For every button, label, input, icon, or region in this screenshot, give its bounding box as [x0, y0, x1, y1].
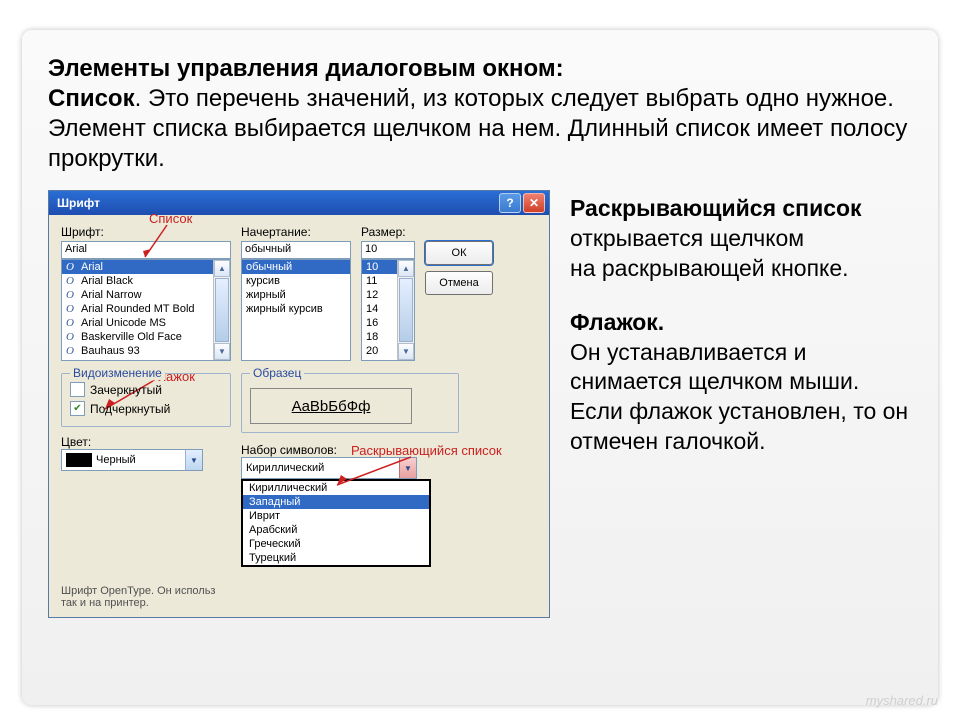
scroll-thumb[interactable]	[399, 278, 413, 342]
dialog-title: Шрифт	[57, 196, 100, 210]
slide: Элементы управления диалоговым окном: Сп…	[22, 30, 938, 705]
font-dialog: Шрифт ? ✕ Список	[48, 190, 550, 618]
modifications-legend: Видоизменение	[70, 366, 165, 380]
list-item[interactable]: жирный курсив	[242, 302, 350, 316]
color-swatch	[66, 453, 92, 467]
sample-groupbox: Образец AaBbБбФф	[241, 373, 459, 433]
list-item[interactable]: курсив	[242, 274, 350, 288]
sample-text: AaBbБбФф	[250, 388, 412, 424]
size-input[interactable]: 10	[361, 241, 415, 259]
font-input[interactable]: Arial	[61, 241, 231, 259]
strike-checkbox[interactable]	[70, 382, 85, 397]
size-label: Размер:	[361, 225, 415, 239]
charset-combobox[interactable]: Кириллический ▼	[241, 457, 417, 479]
scroll-thumb[interactable]	[215, 278, 229, 342]
sample-legend: Образец	[250, 366, 304, 380]
strike-checkbox-row: Зачеркнутый	[70, 382, 222, 397]
color-label: Цвет:	[61, 435, 91, 449]
scroll-up-icon[interactable]: ▲	[214, 260, 230, 277]
heading-line1: Элементы управления диалоговым окном:	[48, 55, 564, 82]
scroll-down-icon[interactable]: ▼	[214, 343, 230, 360]
titlebar: Шрифт ? ✕	[49, 191, 549, 215]
list-item[interactable]: Арабский	[243, 523, 429, 537]
charset-label: Набор символов:	[241, 443, 337, 457]
side-text: Раскрывающийся список открывается щелчко…	[570, 190, 912, 618]
style-label: Начертание:	[241, 225, 351, 239]
list-item[interactable]: обычный	[242, 260, 350, 274]
help-button[interactable]: ?	[499, 193, 521, 213]
list-item[interactable]: Иврит	[243, 509, 429, 523]
modifications-groupbox: Видоизменение Зачеркнутый ✔ Подчеркнутый	[61, 373, 231, 427]
style-listbox[interactable]: обычный курсив жирный жирный курсив	[241, 259, 351, 361]
scrollbar[interactable]: ▲ ▼	[213, 260, 230, 360]
size-listbox[interactable]: 10 11 12 14 16 18 20 ▲ ▼	[361, 259, 415, 361]
chevron-down-icon[interactable]: ▼	[399, 458, 416, 478]
list-item[interactable]: OArial	[62, 260, 230, 274]
main-text: Элементы управления диалоговым окном: Сп…	[48, 54, 912, 174]
underline-checkbox-row: ✔ Подчеркнутый	[70, 401, 222, 416]
list-item[interactable]: Греческий	[243, 537, 429, 551]
underline-checkbox[interactable]: ✔	[70, 401, 85, 416]
list-item[interactable]: Турецкий	[243, 551, 429, 565]
heading-line2: Список	[48, 85, 135, 112]
list-item[interactable]: OArial Unicode MS	[62, 316, 230, 330]
ok-button[interactable]: ОК	[425, 241, 493, 265]
watermark: myshared.ru	[866, 693, 938, 708]
list-item[interactable]: Кириллический	[243, 481, 429, 495]
list-item[interactable]: OArial Rounded MT Bold	[62, 302, 230, 316]
list-item[interactable]: OArial Black	[62, 274, 230, 288]
hint-text: Шрифт OpenType. Он использтак и на принт…	[61, 585, 537, 609]
color-combobox[interactable]: Черный ▼	[61, 449, 203, 471]
scrollbar[interactable]: ▲ ▼	[397, 260, 414, 360]
strike-label: Зачеркнутый	[90, 383, 162, 397]
scroll-up-icon[interactable]: ▲	[398, 260, 414, 277]
list-item[interactable]: OBauhaus 93	[62, 344, 230, 358]
font-listbox[interactable]: OArial OArial Black OArial Narrow OArial…	[61, 259, 231, 361]
font-label: Шрифт:	[61, 225, 231, 239]
underline-label: Подчеркнутый	[90, 402, 170, 416]
list-item[interactable]: жирный	[242, 288, 350, 302]
close-button[interactable]: ✕	[523, 193, 545, 213]
style-input[interactable]: обычный	[241, 241, 351, 259]
scroll-down-icon[interactable]: ▼	[398, 343, 414, 360]
list-item[interactable]: OArial Narrow	[62, 288, 230, 302]
charset-dropdown-list[interactable]: Кириллический Западный Иврит Арабский Гр…	[241, 479, 431, 567]
list-item[interactable]: OBaskerville Old Face	[62, 330, 230, 344]
cancel-button[interactable]: Отмена	[425, 271, 493, 295]
list-item[interactable]: Западный	[243, 495, 429, 509]
chevron-down-icon[interactable]: ▼	[185, 450, 202, 470]
